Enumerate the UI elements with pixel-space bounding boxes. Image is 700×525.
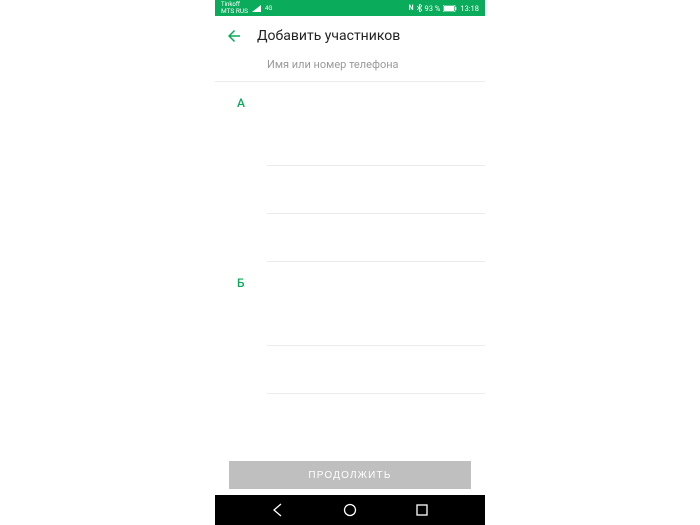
bluetooth-icon [417, 4, 422, 12]
list-item[interactable] [215, 214, 485, 261]
nav-home-icon[interactable] [341, 501, 359, 519]
nav-recent-icon[interactable] [413, 501, 431, 519]
network-type: 4G [265, 5, 272, 12]
list-item[interactable] [215, 346, 485, 393]
section-a: А [215, 82, 485, 262]
list-item[interactable] [215, 298, 485, 345]
system-nav-bar [215, 495, 485, 525]
list-item[interactable] [215, 394, 485, 441]
footer: ПРОДОЛЖИТЬ [215, 453, 485, 495]
status-bar: Tinkoff MTS RUS 4G N 93 % 13:18 [215, 0, 485, 16]
nav-back-icon[interactable] [269, 501, 287, 519]
section-b: Б [215, 262, 485, 441]
app-bar: Добавить участников [215, 16, 485, 56]
search-input[interactable]: Имя или номер телефона [215, 56, 485, 81]
carrier-label: Tinkoff MTS RUS [221, 2, 248, 15]
clock: 13:18 [460, 4, 479, 13]
signal-icon [252, 5, 261, 12]
battery-icon [443, 5, 457, 12]
section-header: Б [215, 262, 485, 298]
list-item[interactable] [215, 118, 485, 165]
section-header: А [215, 82, 485, 118]
phone-frame: Tinkoff MTS RUS 4G N 93 % 13:18 Добавить… [215, 0, 485, 525]
continue-button[interactable]: ПРОДОЛЖИТЬ [229, 461, 471, 489]
list-item[interactable] [215, 166, 485, 213]
battery-percent: 93 % [425, 4, 441, 13]
nfc-icon: N [409, 4, 414, 12]
contact-list[interactable]: А Б [215, 82, 485, 453]
page-title: Добавить участников [257, 28, 400, 44]
back-button[interactable] [225, 27, 243, 45]
